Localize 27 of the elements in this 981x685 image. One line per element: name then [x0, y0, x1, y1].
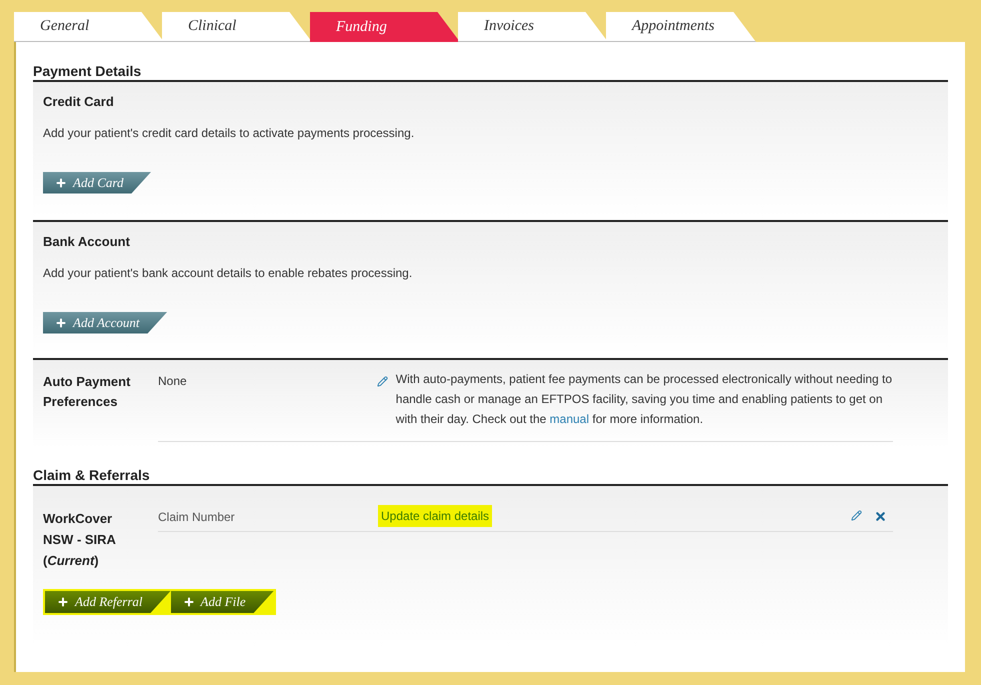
tab[interactable]: Appointments: [606, 12, 756, 42]
field-label: Claim Number: [158, 509, 236, 526]
field-value: None: [158, 373, 188, 390]
edit-icon[interactable]: [376, 376, 388, 387]
delete-icon[interactable]: [874, 510, 887, 523]
add-button[interactable]: Add File: [170, 591, 274, 613]
add-button[interactable]: Add Card: [43, 172, 152, 194]
add-button[interactable]: Add Account: [43, 312, 168, 334]
add-button[interactable]: Add Referral: [45, 591, 171, 613]
update-claim-link[interactable]: Update claim details: [378, 505, 492, 527]
plus-icon: [55, 316, 67, 328]
manual-link[interactable]: manual: [550, 412, 590, 426]
edit-icon[interactable]: [851, 510, 862, 521]
plus-icon: [55, 176, 67, 188]
info-text: With auto-payments, patient fee payments can be processed electronically without needing to handle cash or manage an EFTPOS facility, saving you time and enabling patients to get on with their day. Check out the manual for more information.: [396, 371, 893, 428]
tab[interactable]: Invoices: [458, 12, 608, 42]
claim-name: WorkCover NSW - SIRA (Current): [43, 510, 117, 570]
tab[interactable]: General: [14, 12, 164, 42]
section-title: Bank Account: [43, 233, 131, 251]
section-description: Add your patient's credit card details to activate payments processing.: [43, 124, 416, 142]
field-label: Auto Payment Preferences: [43, 373, 132, 411]
section-description: Add your patient's bank account details to enable rebates processing.: [43, 264, 414, 282]
section-title: Credit Card: [43, 93, 115, 111]
plus-icon: [182, 596, 195, 608]
plus-icon: [57, 596, 69, 608]
tab[interactable]: Clinical: [162, 12, 312, 42]
tab[interactable]: Funding: [310, 12, 460, 42]
